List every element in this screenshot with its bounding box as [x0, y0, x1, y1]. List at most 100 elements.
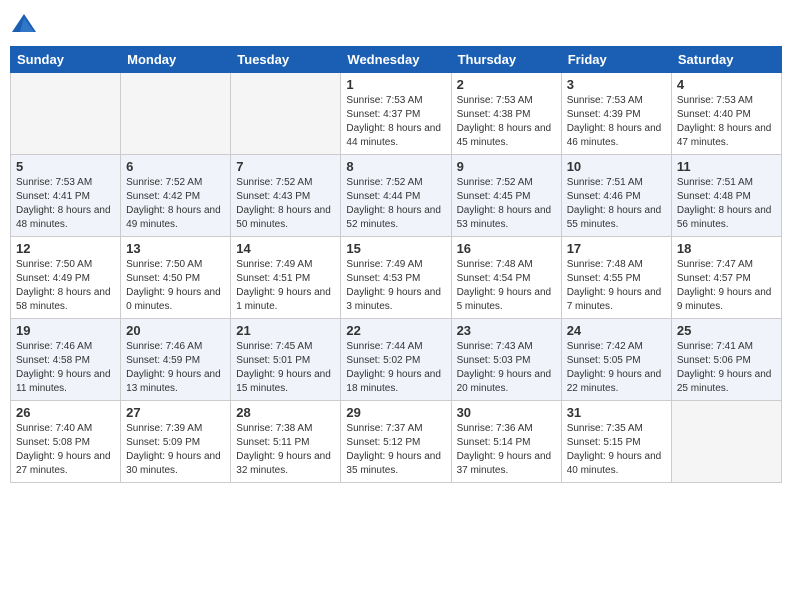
day-number: 3 [567, 77, 666, 92]
day-number: 9 [457, 159, 556, 174]
day-info: Sunrise: 7:49 AM Sunset: 4:53 PM Dayligh… [346, 258, 445, 314]
day-info: Sunrise: 7:51 AM Sunset: 4:46 PM Dayligh… [567, 176, 666, 232]
calendar-cell: 27Sunrise: 7:39 AM Sunset: 5:09 PM Dayli… [121, 401, 231, 483]
day-info: Sunrise: 7:51 AM Sunset: 4:48 PM Dayligh… [677, 176, 776, 232]
day-info: Sunrise: 7:53 AM Sunset: 4:39 PM Dayligh… [567, 94, 666, 150]
day-info: Sunrise: 7:52 AM Sunset: 4:45 PM Dayligh… [457, 176, 556, 232]
day-info: Sunrise: 7:50 AM Sunset: 4:49 PM Dayligh… [16, 258, 115, 314]
day-number: 7 [236, 159, 335, 174]
day-info: Sunrise: 7:45 AM Sunset: 5:01 PM Dayligh… [236, 340, 335, 396]
day-info: Sunrise: 7:38 AM Sunset: 5:11 PM Dayligh… [236, 422, 335, 478]
day-info: Sunrise: 7:35 AM Sunset: 5:15 PM Dayligh… [567, 422, 666, 478]
calendar-cell: 7 Sunrise: 7:52 AM Sunset: 4:43 PM Daylig… [231, 155, 341, 237]
calendar-cell: 14 Sunrise: 7:49 AM Sunset: 4:51 PM Dayli… [231, 237, 341, 319]
day-number: 10 [567, 159, 666, 174]
day-info: Sunrise: 7:37 AM Sunset: 5:12 PM Dayligh… [346, 422, 445, 478]
day-number: 8 [346, 159, 445, 174]
day-info: Sunrise: 7:49 AM Sunset: 4:51 PM Dayligh… [236, 258, 335, 314]
header [10, 10, 782, 38]
calendar-cell: 16Sunrise: 7:48 AM Sunset: 4:54 PM Dayli… [451, 237, 561, 319]
day-number: 24 [567, 323, 666, 338]
day-number: 28 [236, 405, 335, 420]
week-row-0: 1 Sunrise: 7:53 AM Sunset: 4:37 PM Daylig… [11, 73, 782, 155]
day-number: 23 [457, 323, 556, 338]
day-number: 20 [126, 323, 225, 338]
logo-icon [10, 10, 38, 38]
calendar-cell [231, 73, 341, 155]
day-number: 22 [346, 323, 445, 338]
weekday-header-monday: Monday [121, 47, 231, 73]
calendar-cell: 11 Sunrise: 7:51 AM Sunset: 4:48 PM Dayli… [671, 155, 781, 237]
day-number: 21 [236, 323, 335, 338]
day-number: 12 [16, 241, 115, 256]
weekday-header-saturday: Saturday [671, 47, 781, 73]
day-number: 18 [677, 241, 776, 256]
calendar-cell: 1 Sunrise: 7:53 AM Sunset: 4:37 PM Daylig… [341, 73, 451, 155]
calendar-cell: 3 Sunrise: 7:53 AM Sunset: 4:39 PM Daylig… [561, 73, 671, 155]
calendar: SundayMondayTuesdayWednesdayThursdayFrid… [10, 46, 782, 483]
calendar-cell: 20 Sunrise: 7:46 AM Sunset: 4:59 PM Dayli… [121, 319, 231, 401]
weekday-header-wednesday: Wednesday [341, 47, 451, 73]
logo [10, 10, 42, 38]
day-info: Sunrise: 7:53 AM Sunset: 4:40 PM Dayligh… [677, 94, 776, 150]
calendar-cell [671, 401, 781, 483]
weekday-header-friday: Friday [561, 47, 671, 73]
weekday-header-tuesday: Tuesday [231, 47, 341, 73]
day-number: 19 [16, 323, 115, 338]
calendar-cell: 13Sunrise: 7:50 AM Sunset: 4:50 PM Dayli… [121, 237, 231, 319]
week-row-3: 19 Sunrise: 7:46 AM Sunset: 4:58 PM Dayli… [11, 319, 782, 401]
calendar-cell: 4 Sunrise: 7:53 AM Sunset: 4:40 PM Daylig… [671, 73, 781, 155]
weekday-header-thursday: Thursday [451, 47, 561, 73]
day-number: 17 [567, 241, 666, 256]
calendar-cell: 22 Sunrise: 7:44 AM Sunset: 5:02 PM Dayli… [341, 319, 451, 401]
weekday-header-sunday: Sunday [11, 47, 121, 73]
day-number: 31 [567, 405, 666, 420]
calendar-cell: 23 Sunrise: 7:43 AM Sunset: 5:03 PM Dayli… [451, 319, 561, 401]
calendar-cell [11, 73, 121, 155]
calendar-cell: 30Sunrise: 7:36 AM Sunset: 5:14 PM Dayli… [451, 401, 561, 483]
calendar-cell [121, 73, 231, 155]
day-info: Sunrise: 7:52 AM Sunset: 4:44 PM Dayligh… [346, 176, 445, 232]
day-info: Sunrise: 7:44 AM Sunset: 5:02 PM Dayligh… [346, 340, 445, 396]
calendar-cell: 2Sunrise: 7:53 AM Sunset: 4:38 PM Daylig… [451, 73, 561, 155]
day-number: 6 [126, 159, 225, 174]
day-info: Sunrise: 7:53 AM Sunset: 4:41 PM Dayligh… [16, 176, 115, 232]
calendar-cell: 21 Sunrise: 7:45 AM Sunset: 5:01 PM Dayli… [231, 319, 341, 401]
day-info: Sunrise: 7:46 AM Sunset: 4:59 PM Dayligh… [126, 340, 225, 396]
day-number: 1 [346, 77, 445, 92]
day-info: Sunrise: 7:47 AM Sunset: 4:57 PM Dayligh… [677, 258, 776, 314]
day-info: Sunrise: 7:52 AM Sunset: 4:42 PM Dayligh… [126, 176, 225, 232]
day-number: 2 [457, 77, 556, 92]
day-info: Sunrise: 7:42 AM Sunset: 5:05 PM Dayligh… [567, 340, 666, 396]
week-row-1: 5Sunrise: 7:53 AM Sunset: 4:41 PM Daylig… [11, 155, 782, 237]
day-number: 13 [126, 241, 225, 256]
calendar-cell: 17Sunrise: 7:48 AM Sunset: 4:55 PM Dayli… [561, 237, 671, 319]
calendar-cell: 10 Sunrise: 7:51 AM Sunset: 4:46 PM Dayli… [561, 155, 671, 237]
day-number: 16 [457, 241, 556, 256]
calendar-cell: 28 Sunrise: 7:38 AM Sunset: 5:11 PM Dayli… [231, 401, 341, 483]
day-info: Sunrise: 7:52 AM Sunset: 4:43 PM Dayligh… [236, 176, 335, 232]
calendar-cell: 26Sunrise: 7:40 AM Sunset: 5:08 PM Dayli… [11, 401, 121, 483]
calendar-cell: 6 Sunrise: 7:52 AM Sunset: 4:42 PM Daylig… [121, 155, 231, 237]
calendar-cell: 15Sunrise: 7:49 AM Sunset: 4:53 PM Dayli… [341, 237, 451, 319]
day-number: 11 [677, 159, 776, 174]
day-number: 25 [677, 323, 776, 338]
calendar-cell: 12 Sunrise: 7:50 AM Sunset: 4:49 PM Dayli… [11, 237, 121, 319]
day-number: 4 [677, 77, 776, 92]
page: SundayMondayTuesdayWednesdayThursdayFrid… [0, 0, 792, 612]
day-number: 14 [236, 241, 335, 256]
calendar-cell: 8 Sunrise: 7:52 AM Sunset: 4:44 PM Daylig… [341, 155, 451, 237]
day-info: Sunrise: 7:43 AM Sunset: 5:03 PM Dayligh… [457, 340, 556, 396]
day-info: Sunrise: 7:53 AM Sunset: 4:37 PM Dayligh… [346, 94, 445, 150]
week-row-4: 26Sunrise: 7:40 AM Sunset: 5:08 PM Dayli… [11, 401, 782, 483]
calendar-cell: 29Sunrise: 7:37 AM Sunset: 5:12 PM Dayli… [341, 401, 451, 483]
calendar-cell: 5Sunrise: 7:53 AM Sunset: 4:41 PM Daylig… [11, 155, 121, 237]
day-info: Sunrise: 7:41 AM Sunset: 5:06 PM Dayligh… [677, 340, 776, 396]
weekday-header-row: SundayMondayTuesdayWednesdayThursdayFrid… [11, 47, 782, 73]
day-number: 30 [457, 405, 556, 420]
calendar-cell: 9 Sunrise: 7:52 AM Sunset: 4:45 PM Daylig… [451, 155, 561, 237]
week-row-2: 12 Sunrise: 7:50 AM Sunset: 4:49 PM Dayli… [11, 237, 782, 319]
day-info: Sunrise: 7:46 AM Sunset: 4:58 PM Dayligh… [16, 340, 115, 396]
calendar-cell: 18 Sunrise: 7:47 AM Sunset: 4:57 PM Dayli… [671, 237, 781, 319]
calendar-cell: 19 Sunrise: 7:46 AM Sunset: 4:58 PM Dayli… [11, 319, 121, 401]
